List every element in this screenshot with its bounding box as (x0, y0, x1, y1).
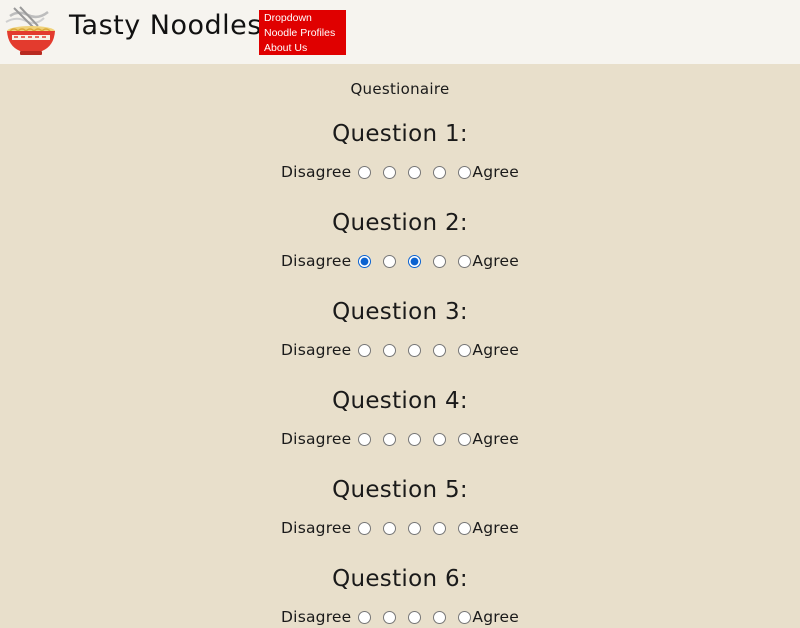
likert-radio-1[interactable] (358, 432, 372, 446)
likert-radio-1[interactable] (358, 165, 372, 179)
page-title: Questionaire (350, 80, 450, 98)
scale-right-label: Agree (472, 519, 519, 537)
question-block: Question 5: Disagree Agree (0, 475, 800, 539)
scale-left-label: Disagree (281, 608, 352, 626)
scale-left-label: Disagree (281, 163, 352, 181)
likert-scale: Disagree Agree (0, 339, 800, 361)
question-block: Question 1: Disagree Agree (0, 119, 800, 183)
question-title: Question 6: (332, 566, 468, 592)
likert-radio-5[interactable] (458, 521, 472, 535)
scale-right-label: Agree (472, 163, 519, 181)
site-header: Tasty Noodles Dropdown Noodle Profiles A… (0, 0, 800, 64)
likert-radio-4[interactable] (433, 432, 447, 446)
likert-scale: Disagree Agree (0, 161, 800, 183)
nav-dropdown-link[interactable]: Dropdown (264, 11, 346, 26)
noodle-bowl-icon[interactable] (4, 6, 62, 58)
likert-radio-4[interactable] (433, 610, 447, 624)
question-block: Question 4: Disagree Agree (0, 386, 800, 450)
likert-radio-2[interactable] (383, 165, 397, 179)
likert-radio-1[interactable] (358, 343, 372, 357)
likert-radio-3[interactable] (408, 165, 422, 179)
scale-right-label: Agree (472, 252, 519, 270)
likert-radio-2[interactable] (383, 254, 397, 268)
nav-noodle-profiles-link[interactable]: Noodle Profiles (264, 26, 346, 41)
question-title: Question 3: (332, 299, 468, 325)
likert-radio-5[interactable] (458, 165, 472, 179)
scale-left-label: Disagree (281, 519, 352, 537)
likert-radio-1[interactable] (358, 610, 372, 624)
likert-scale: Disagree Agree (0, 428, 800, 450)
question-title: Question 5: (332, 477, 468, 503)
likert-radio-3[interactable] (408, 521, 422, 535)
scale-left-label: Disagree (281, 252, 352, 270)
question-title: Question 2: (332, 210, 468, 236)
likert-radio-4[interactable] (433, 165, 447, 179)
scale-left-label: Disagree (281, 430, 352, 448)
likert-radio-5[interactable] (458, 254, 472, 268)
likert-radio-4[interactable] (433, 254, 447, 268)
likert-radio-3[interactable] (408, 432, 422, 446)
likert-radio-3[interactable] (408, 610, 422, 624)
nav-menu: Dropdown Noodle Profiles About Us (259, 10, 346, 55)
likert-radio-5[interactable] (458, 610, 472, 624)
question-title: Question 4: (332, 388, 468, 414)
site-title[interactable]: Tasty Noodles (69, 10, 262, 41)
likert-scale: Disagree Agree (0, 250, 800, 272)
likert-radio-3[interactable] (408, 343, 422, 357)
likert-scale: Disagree Agree (0, 606, 800, 628)
likert-radio-5[interactable] (458, 343, 472, 357)
likert-radio-2[interactable] (383, 432, 397, 446)
likert-radio-2[interactable] (383, 343, 397, 357)
question-block: Question 2: Disagree Agree (0, 208, 800, 272)
question-title: Question 1: (332, 121, 468, 147)
question-block: Question 6: Disagree Agree (0, 564, 800, 628)
likert-radio-2[interactable] (383, 610, 397, 624)
likert-scale: Disagree Agree (0, 517, 800, 539)
likert-radio-2[interactable] (383, 521, 397, 535)
scale-right-label: Agree (472, 430, 519, 448)
likert-radio-5[interactable] (458, 432, 472, 446)
likert-radio-3[interactable] (408, 254, 422, 268)
likert-radio-4[interactable] (433, 343, 447, 357)
question-block: Question 3: Disagree Agree (0, 297, 800, 361)
scale-right-label: Agree (472, 608, 519, 626)
scale-left-label: Disagree (281, 341, 352, 359)
likert-radio-1[interactable] (358, 254, 372, 268)
nav-about-us-link[interactable]: About Us (264, 41, 346, 56)
likert-radio-1[interactable] (358, 521, 372, 535)
likert-radio-4[interactable] (433, 521, 447, 535)
scale-right-label: Agree (472, 341, 519, 359)
